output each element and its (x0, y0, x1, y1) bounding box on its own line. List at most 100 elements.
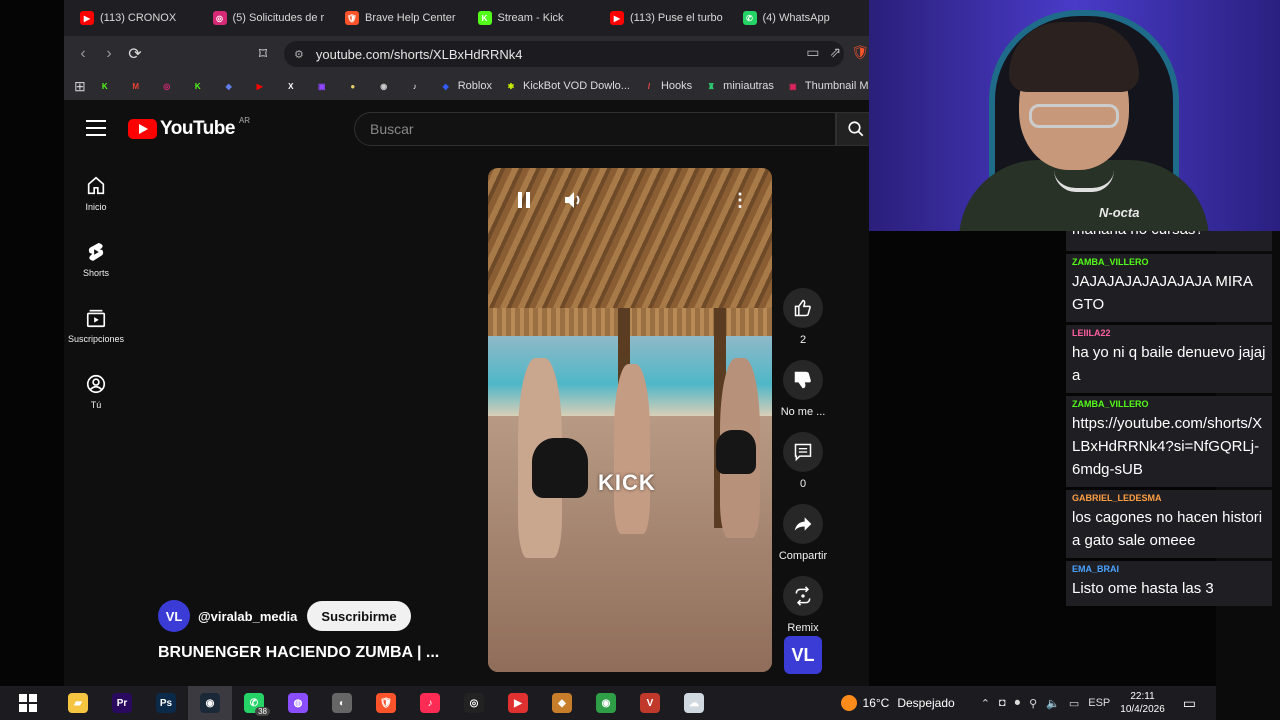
nav-shorts[interactable]: Shorts (64, 226, 128, 292)
volume-icon[interactable] (562, 188, 586, 212)
like-button[interactable]: 2 (778, 288, 828, 346)
screen: ▶ (113) CRONOX ◎ (5) Solicitudes de r 🛡 Brave… (0, 0, 1280, 720)
camera-icon[interactable]: ◘ (999, 697, 1006, 710)
taskbar-messenger-icon[interactable]: ◍ (276, 686, 320, 720)
bookmark-item[interactable]: X (284, 79, 303, 93)
chat-username[interactable]: EMA_BRAI (1072, 564, 1266, 574)
chat-text: Listo ome hasta las 3 (1072, 580, 1214, 597)
video-title[interactable]: BRUNENGER HACIENDO ZUMBA | ... (158, 644, 439, 662)
chat-username[interactable]: GABRIEL_LEDESMA (1072, 493, 1266, 503)
language-indicator[interactable]: ESP (1088, 697, 1110, 710)
browser-tab[interactable]: 🛡 Brave Help Center (339, 5, 472, 31)
volume-icon[interactable]: 🔈 (1046, 697, 1060, 710)
share-icon[interactable]: ⇗ (829, 44, 841, 61)
bookmark-item[interactable]: ▶ (253, 79, 272, 93)
bookmark-favicon-icon: ● (350, 81, 356, 91)
youtube-logo[interactable]: YouTube AR (128, 116, 250, 140)
reload-icon[interactable]: ⟳ (122, 41, 148, 67)
chat-username[interactable]: LEIILA22 (1072, 328, 1266, 338)
chat-message: mañana no cursas? (1066, 231, 1272, 251)
bookmarks-bar: ⊞ K M ◎ K ◆ ▶ X ▣ ● ◉ ♪ ◈ Roblox ✱ KickBot VOD Dowlo..… (64, 72, 869, 100)
comments-button[interactable]: 0 (778, 432, 828, 490)
nav-inicio[interactable]: Inicio (64, 160, 128, 226)
youtube-play-icon (128, 119, 157, 139)
weather-widget[interactable]: 16°C Despejado (840, 695, 955, 711)
chat-username[interactable]: ZAMBA_VILLERO (1072, 257, 1266, 267)
bookmark-item[interactable]: ✱ KickBot VOD Dowlo... (504, 79, 630, 93)
browser-tab[interactable]: ◎ (5) Solicitudes de r (207, 5, 340, 31)
channel-avatar[interactable]: VL (158, 600, 190, 632)
clock[interactable]: 22:11 10/4/2026 (1120, 690, 1165, 716)
taskbar-chrome-icon[interactable]: ◉ (584, 686, 628, 720)
remix-button[interactable]: Remix (778, 576, 828, 634)
bookmark-label: miniautras (723, 80, 774, 92)
dislike-button[interactable]: No me ... (778, 360, 828, 418)
channel-thumbnail[interactable]: VL (784, 636, 822, 674)
nav-tu[interactable]: Tú (64, 358, 128, 424)
taskbar-app-cloud-icon[interactable]: ☁ (672, 686, 716, 720)
taskbar-whatsapp-icon[interactable]: ✆ 38 (232, 686, 276, 720)
chevron-up-icon[interactable]: ⌃ (981, 697, 990, 710)
search-input[interactable]: Buscar (354, 112, 836, 146)
taskbar-steam-icon[interactable]: ◉ (188, 686, 232, 720)
bookmark-item[interactable]: ◎ (160, 79, 179, 93)
weather-condition: Despejado (897, 696, 955, 710)
taskbar-photoshop-icon[interactable]: Ps (144, 686, 188, 720)
network-icon[interactable]: ▭ (1069, 697, 1079, 710)
taskbar-voicemeeter-icon[interactable]: V (628, 686, 672, 720)
forward-icon[interactable]: › (96, 41, 122, 67)
thumbs-up-icon (794, 299, 811, 317)
bookmark-item[interactable]: ♪ (408, 79, 427, 93)
bookmark-item[interactable]: ◆ (222, 79, 241, 93)
taskbar-streamlabs-icon[interactable]: ▶ (496, 686, 540, 720)
comment-icon (794, 443, 812, 462)
taskbar-app-grey-icon[interactable]: ◐ (320, 686, 364, 720)
security-icon[interactable]: ⚲ (1029, 697, 1037, 710)
bookmark-item[interactable]: M (129, 79, 148, 93)
bookmark-icon[interactable]: ⌑ (250, 41, 276, 67)
bookmark-item[interactable]: / Hooks (642, 79, 692, 93)
bookmark-item[interactable]: ◈ Roblox (439, 79, 492, 93)
pause-icon[interactable] (512, 188, 536, 212)
browser-tab[interactable]: K Stream - Kick (472, 5, 605, 31)
menu-icon[interactable] (86, 120, 106, 136)
obs-icon: ◎ (464, 693, 484, 713)
taskbar-brave-icon[interactable]: 🛡 (364, 686, 408, 720)
notification-icon[interactable]: ▭ (1183, 695, 1196, 712)
channel-handle[interactable]: @viralab_media (198, 609, 297, 624)
site-info-icon[interactable]: ⚙ (294, 48, 304, 61)
browser-tab[interactable]: ✆ (4) WhatsApp (737, 5, 870, 31)
bookmark-item[interactable]: ♜ miniautras (704, 79, 774, 93)
share-button[interactable]: Compartir (778, 504, 828, 562)
taskbar-file-explorer-icon[interactable]: ▰ (56, 686, 100, 720)
bookmark-item[interactable]: ▣ Thumbnail M (786, 79, 868, 93)
url-field[interactable]: ⚙ youtube.com/shorts/XLBxHdRRNk4 (284, 41, 844, 67)
bookmark-item[interactable]: K (191, 79, 210, 93)
bookmark-item[interactable]: ▣ (315, 79, 334, 93)
nav-label: Shorts (82, 267, 109, 278)
more-options-icon[interactable]: ⋮ (728, 188, 752, 212)
start-button[interactable] (0, 686, 56, 720)
subscribe-button[interactable]: Suscribirme (307, 601, 411, 631)
shorts-action-bar: 2 No me ... 0 Compartir Remix (778, 288, 828, 648)
search-button[interactable] (836, 112, 869, 146)
bookmark-item[interactable]: ◉ (377, 79, 396, 93)
tray-icons: ⌃ ◘ ⏺ ⚲ 🔈 ▭ ESP (981, 697, 1111, 710)
chat-username[interactable]: ZAMBA_VILLERO (1072, 399, 1266, 409)
taskbar-premiere-icon[interactable]: Pr (100, 686, 144, 720)
brave-shield-icon[interactable]: 🛡 (851, 44, 869, 61)
bookmark-item[interactable]: K (98, 79, 117, 93)
nav-suscripciones[interactable]: Suscripciones (64, 292, 128, 358)
browser-tab[interactable]: ▶ (113) Puse el turbo (604, 5, 737, 31)
browser-tab[interactable]: ▶ (113) CRONOX (74, 5, 207, 31)
back-icon[interactable]: ‹ (70, 41, 96, 67)
cast-icon[interactable]: ▭ (806, 44, 819, 61)
taskbar-tiktok-icon[interactable]: ♪ (408, 686, 452, 720)
apps-grid-icon[interactable]: ⊞ (74, 78, 86, 95)
share-label: Compartir (778, 550, 828, 562)
short-video-player[interactable]: KICK ⋮ (488, 168, 772, 672)
taskbar-obs-icon[interactable]: ◎ (452, 686, 496, 720)
microphone-icon[interactable]: ⏺ (1015, 697, 1021, 710)
taskbar-app-orange-icon[interactable]: ◆ (540, 686, 584, 720)
bookmark-item[interactable]: ● (346, 79, 365, 93)
